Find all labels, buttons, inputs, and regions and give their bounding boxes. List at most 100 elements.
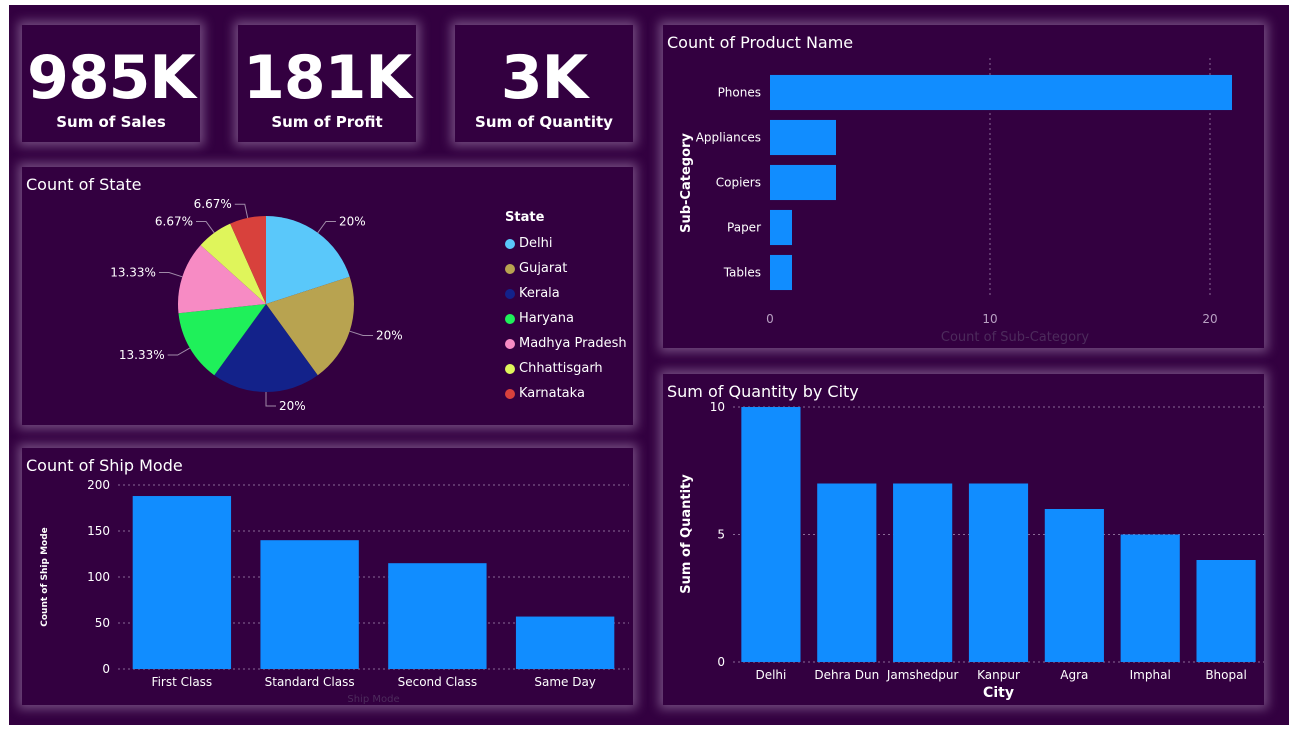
y-tick-label: 200 bbox=[87, 478, 110, 492]
shipmode-card[interactable]: Count of Ship Mode 0 50 100 150 200 First Cla… bbox=[22, 448, 633, 705]
y-tick-label: Paper bbox=[727, 221, 761, 235]
bar-tables[interactable] bbox=[770, 254, 792, 291]
bar-kanpur[interactable] bbox=[968, 483, 1029, 663]
x-tick-label: Jamshedpur bbox=[886, 668, 959, 682]
bar-agra[interactable] bbox=[1044, 509, 1104, 662]
y-tick-label: 150 bbox=[87, 524, 110, 538]
bar-phones[interactable] bbox=[770, 74, 1232, 111]
legend-item-delhi[interactable]: Delhi bbox=[505, 231, 627, 256]
state-pie-card[interactable]: Count of State 20% 20% 20% 13.33% 13.33% 6.67… bbox=[22, 167, 633, 425]
legend-item-haryana[interactable]: Haryana bbox=[505, 306, 627, 331]
legend-item-chhattisgarh[interactable]: Chhattisgarh bbox=[505, 356, 627, 381]
bar-delhi[interactable] bbox=[741, 407, 801, 662]
pie-leader-line bbox=[196, 220, 215, 234]
legend-item-kerala[interactable]: Kerala bbox=[505, 281, 627, 306]
legend-label: Delhi bbox=[519, 236, 553, 251]
pie-data-label: 6.67% bbox=[155, 214, 193, 228]
legend-dot bbox=[505, 363, 515, 374]
bar-paper[interactable] bbox=[770, 209, 792, 246]
kpi-sales-label: Sum of Sales bbox=[56, 113, 166, 131]
x-axis-title: City bbox=[983, 685, 1014, 701]
legend-dot bbox=[505, 263, 515, 274]
pie-leader-line bbox=[265, 392, 276, 407]
pie-data-label: 20% bbox=[279, 399, 306, 413]
legend-label: Kerala bbox=[519, 286, 560, 301]
legend-label: Karnataka bbox=[519, 386, 585, 401]
x-tick-label: 20 bbox=[1202, 312, 1217, 326]
y-tick-label: 0 bbox=[717, 655, 725, 669]
y-tick-label: 50 bbox=[95, 616, 110, 630]
x-tick-label: 0 bbox=[766, 312, 774, 326]
x-tick-label: Same Day bbox=[534, 675, 596, 689]
y-tick-label: Tables bbox=[723, 266, 761, 280]
legend-item-madhya-pradesh[interactable]: Madhya Pradesh bbox=[505, 331, 627, 356]
x-tick-label: Standard Class bbox=[265, 675, 355, 689]
x-axis-title: Ship Mode bbox=[347, 694, 399, 705]
kpi-card-sales[interactable]: 985K Sum of Sales bbox=[22, 25, 200, 142]
x-tick-label: Second Class bbox=[398, 675, 478, 689]
x-tick-label: Imphal bbox=[1130, 668, 1171, 682]
bar-standard-class[interactable] bbox=[260, 540, 359, 669]
pie-data-label: 20% bbox=[339, 214, 366, 228]
legend-label: Gujarat bbox=[519, 261, 568, 276]
pie-data-label: 13.33% bbox=[110, 266, 156, 280]
legend-dot bbox=[505, 388, 515, 399]
bar-imphal[interactable] bbox=[1120, 534, 1180, 663]
y-axis-title: Count of Ship Mode bbox=[40, 527, 50, 627]
bar-second-class[interactable] bbox=[388, 563, 487, 669]
state-pie-chart[interactable]: 20% 20% 20% 13.33% 13.33% 6.67%6.67% bbox=[22, 167, 492, 425]
state-legend-title: State bbox=[505, 210, 545, 225]
bar-dehra-dun[interactable] bbox=[817, 483, 877, 663]
kpi-card-profit[interactable]: 181K Sum of Profit bbox=[238, 25, 416, 142]
bar-jamshedpur[interactable] bbox=[893, 483, 953, 663]
legend-label: Madhya Pradesh bbox=[519, 336, 627, 351]
bar-same-day[interactable] bbox=[515, 616, 615, 669]
city-card[interactable]: Sum of Quantity by City 0 5 10 Delhi Dehra D… bbox=[663, 374, 1264, 705]
x-tick-label: Agra bbox=[1060, 668, 1088, 682]
pie-leader-line bbox=[234, 203, 249, 219]
pie-leader-line bbox=[158, 272, 183, 278]
y-tick-label: Copiers bbox=[716, 176, 761, 190]
city-bar-chart[interactable]: 0 5 10 Delhi Dehra Dun Jamshedpur Kanpur Agra Im… bbox=[663, 374, 1264, 705]
dashboard-canvas: 985K Sum of Sales 181K Sum of Profit 3K … bbox=[9, 5, 1289, 725]
y-tick-label: Phones bbox=[718, 86, 761, 100]
product-card[interactable]: Count of Product Name 0 10 20 Phones Applian… bbox=[663, 25, 1264, 348]
x-tick-label: Dehra Dun bbox=[814, 668, 879, 682]
x-tick-label: 10 bbox=[982, 312, 997, 326]
x-tick-label: Bhopal bbox=[1205, 668, 1246, 682]
pie-leader-line bbox=[349, 330, 374, 337]
pie-data-label: 6.67% bbox=[194, 197, 232, 211]
kpi-quantity-value: 3K bbox=[500, 43, 588, 113]
kpi-profit-label: Sum of Profit bbox=[271, 113, 383, 131]
pie-leader-line bbox=[167, 347, 191, 356]
pie-leader-line bbox=[317, 220, 336, 234]
x-tick-label: Delhi bbox=[755, 668, 786, 682]
legend-dot bbox=[505, 338, 515, 349]
kpi-quantity-label: Sum of Quantity bbox=[475, 113, 613, 131]
x-tick-label: First Class bbox=[152, 675, 213, 689]
kpi-sales-value: 985K bbox=[27, 43, 196, 113]
y-tick-label: 100 bbox=[87, 570, 110, 584]
bar-bhopal[interactable] bbox=[1196, 560, 1256, 662]
legend-label: Chhattisgarh bbox=[519, 361, 603, 376]
bar-appliances[interactable] bbox=[770, 119, 836, 156]
x-axis-title: Count of Sub-Category bbox=[941, 330, 1090, 345]
state-legend: State Delhi Gujarat Kerala Haryana Madhya Pr… bbox=[505, 210, 627, 406]
pie-data-label: 20% bbox=[376, 329, 403, 343]
y-tick-label: 10 bbox=[710, 400, 725, 414]
pie-data-label: 13.33% bbox=[119, 348, 165, 362]
product-bar-chart[interactable]: 0 10 20 Phones Appliances Copiers Paper Tables C… bbox=[663, 25, 1264, 348]
legend-item-gujarat[interactable]: Gujarat bbox=[505, 256, 627, 281]
bar-copiers[interactable] bbox=[770, 164, 836, 201]
y-axis-title: Sum of Quantity bbox=[679, 474, 694, 594]
y-tick-label: 5 bbox=[717, 528, 725, 542]
kpi-card-quantity[interactable]: 3K Sum of Quantity bbox=[455, 25, 633, 142]
legend-label: Haryana bbox=[519, 311, 574, 326]
y-axis-title: Sub-Category bbox=[679, 133, 694, 233]
bar-first-class[interactable] bbox=[132, 496, 232, 669]
legend-dot bbox=[505, 288, 515, 299]
y-tick-label: 0 bbox=[102, 662, 110, 676]
legend-item-karnataka[interactable]: Karnataka bbox=[505, 381, 627, 406]
y-tick-label: Appliances bbox=[696, 131, 761, 145]
shipmode-bar-chart[interactable]: 0 50 100 150 200 First Class Standard Class Sec… bbox=[22, 448, 633, 705]
